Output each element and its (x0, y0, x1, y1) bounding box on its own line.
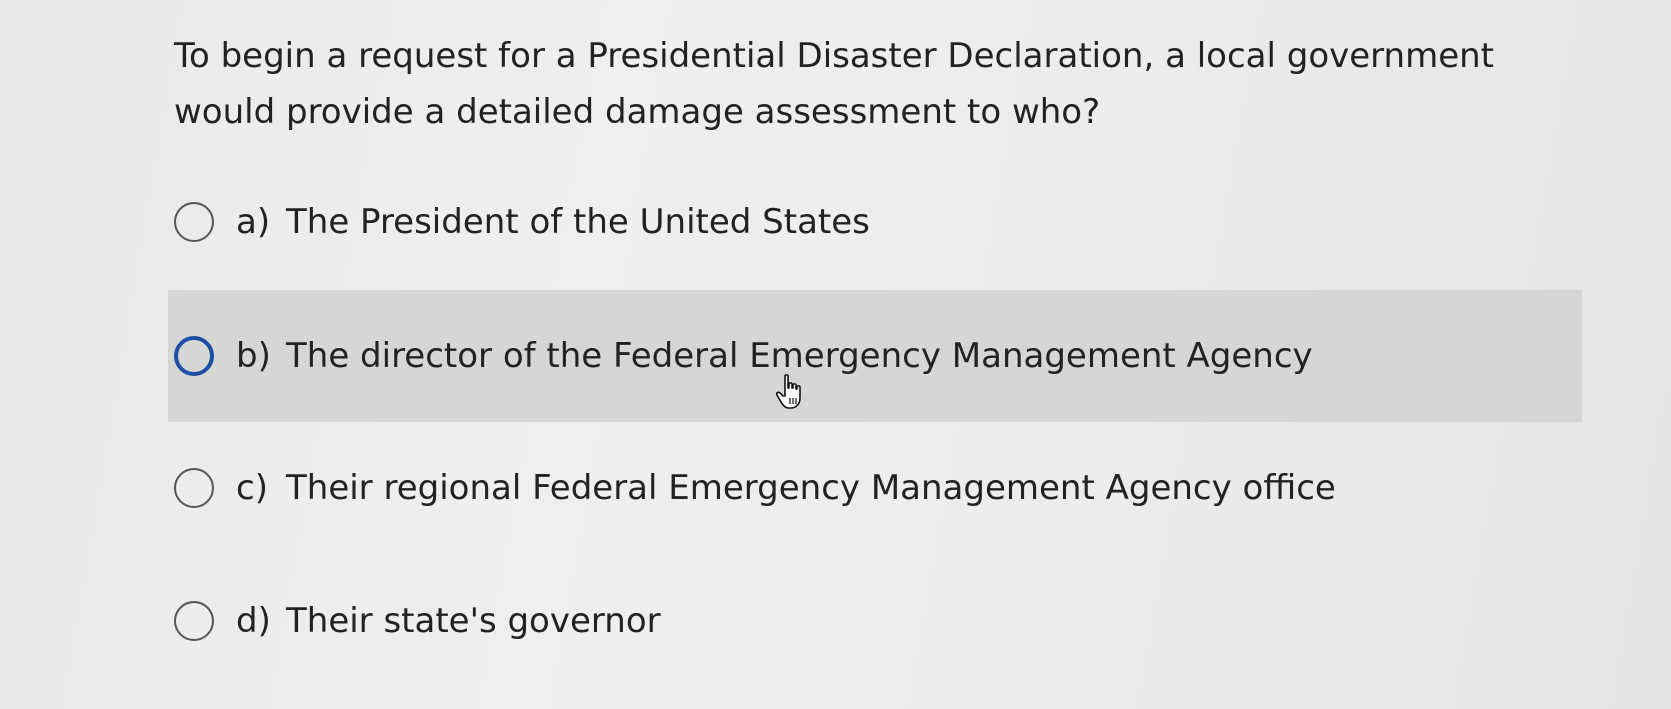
option-c[interactable]: c) Their regional Federal Emergency Mana… (168, 422, 1582, 554)
radio-button-c[interactable] (174, 468, 214, 508)
option-a-label: The President of the United States (286, 202, 870, 242)
option-c-label: Their regional Federal Emergency Managem… (286, 468, 1336, 508)
option-d-label: Their state's governor (286, 601, 661, 641)
answer-options: a) The President of the United States b)… (0, 0, 1671, 709)
option-b-letter: b) (236, 336, 271, 376)
radio-button-d[interactable] (174, 601, 214, 641)
option-a[interactable]: a) The President of the United States (168, 156, 1582, 288)
option-c-letter: c) (236, 468, 268, 508)
option-b[interactable]: b) The director of the Federal Emergency… (168, 290, 1582, 422)
option-d-letter: d) (236, 601, 271, 641)
option-a-letter: a) (236, 202, 271, 242)
quiz-question-panel: To begin a request for a Presidential Di… (0, 0, 1671, 709)
option-b-label: The director of the Federal Emergency Ma… (286, 336, 1313, 376)
radio-button-a[interactable] (174, 202, 214, 242)
radio-button-b[interactable] (174, 336, 214, 376)
option-d[interactable]: d) Their state's governor (168, 555, 1582, 687)
hand-pointer-icon (776, 374, 801, 409)
